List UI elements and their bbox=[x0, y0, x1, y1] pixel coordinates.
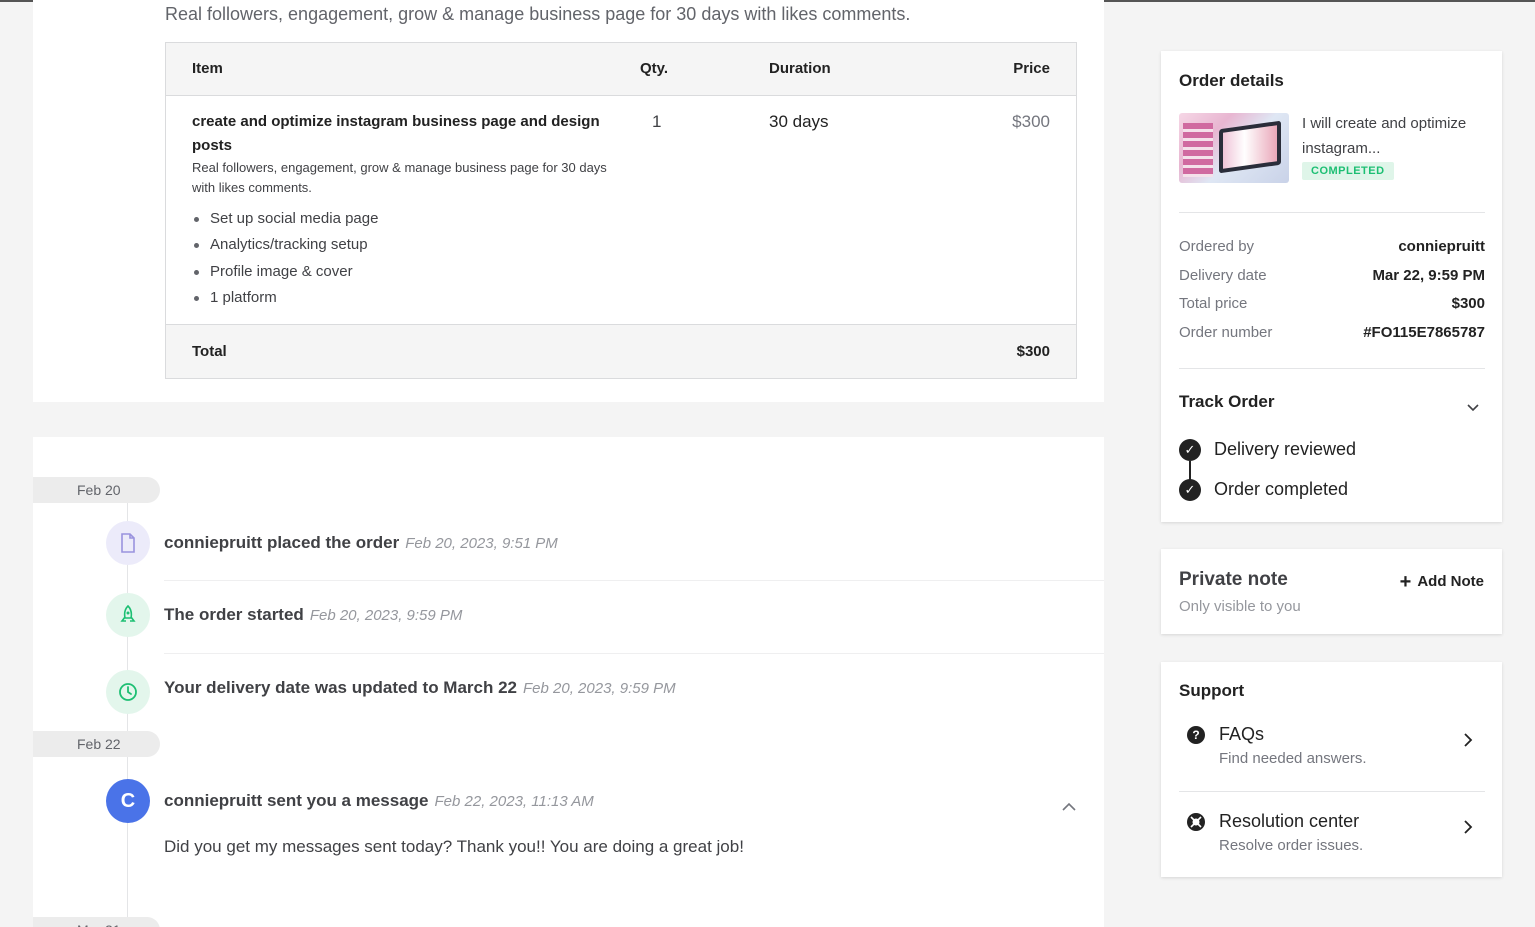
step-connector bbox=[1189, 461, 1191, 481]
list-item: Analytics/tracking setup bbox=[192, 232, 378, 258]
support-item-desc: Resolve order issues. bbox=[1219, 837, 1364, 854]
gig-thumbnail[interactable] bbox=[1179, 113, 1289, 183]
divider bbox=[1179, 791, 1485, 792]
rocket-icon bbox=[106, 593, 150, 637]
item-duration: 30 days bbox=[769, 112, 829, 131]
add-note-label: Add Note bbox=[1417, 573, 1484, 590]
divider bbox=[164, 653, 1104, 654]
message-body: Did you get my messages sent today? Than… bbox=[164, 837, 744, 856]
header-price: Price bbox=[1013, 60, 1050, 77]
status-badge: COMPLETED bbox=[1302, 162, 1394, 180]
faqs-link[interactable]: ? FAQs Find needed answers. bbox=[1179, 724, 1485, 786]
order-summary-card: Real followers, engagement, grow & manag… bbox=[33, 0, 1104, 402]
timeline-event: conniepruitt placed the order Feb 20, 202… bbox=[164, 533, 558, 553]
resolution-center-link[interactable]: Resolution center Resolve order issues. bbox=[1179, 811, 1485, 863]
item-price: $300 bbox=[1012, 112, 1050, 131]
chevron-right-icon bbox=[1463, 732, 1473, 753]
question-icon: ? bbox=[1187, 726, 1205, 744]
step-label: Order completed bbox=[1214, 479, 1349, 499]
check-icon: ✓ bbox=[1179, 439, 1201, 461]
total-row: Total $300 bbox=[166, 324, 1076, 378]
detail-row: Total price $300 bbox=[1179, 295, 1485, 312]
private-note-title: Private note bbox=[1179, 569, 1288, 590]
divider bbox=[1179, 368, 1485, 369]
step-label: Delivery reviewed bbox=[1214, 439, 1357, 459]
support-item-label: Resolution center bbox=[1219, 811, 1360, 831]
detail-row: Order number #FO115E7865787 bbox=[1179, 324, 1485, 341]
add-note-button[interactable]: + Add Note bbox=[1400, 571, 1484, 594]
divider bbox=[1179, 212, 1485, 213]
detail-value: Mar 22, 9:59 PM bbox=[1372, 267, 1485, 284]
item-description: Real followers, engagement, grow & manag… bbox=[192, 160, 607, 195]
track-order-toggle[interactable]: Track Order bbox=[1179, 392, 1274, 412]
order-table: Item Qty. Duration Price create and opti… bbox=[165, 42, 1077, 379]
activity-timeline: Feb 20 conniepruitt placed the order Feb … bbox=[33, 437, 1104, 927]
event-time: Feb 22, 2023, 11:13 AM bbox=[434, 793, 594, 810]
private-note-card: Private note Only visible to you + Add No… bbox=[1161, 549, 1502, 634]
chevron-down-icon[interactable] bbox=[1466, 399, 1480, 417]
order-details-card: Order details I will create and optimize… bbox=[1161, 51, 1502, 522]
order-details-title: Order details bbox=[1179, 71, 1284, 90]
timeline-event: The order started Feb 20, 2023, 9:59 PM bbox=[164, 605, 462, 625]
support-card: Support ? FAQs Find needed answers. Reso… bbox=[1161, 662, 1502, 877]
chevron-right-icon bbox=[1463, 819, 1473, 840]
event-text: conniepruitt sent you a message bbox=[164, 791, 429, 810]
event-time: Feb 20, 2023, 9:59 PM bbox=[523, 680, 676, 697]
total-value: $300 bbox=[1016, 343, 1050, 360]
clock-icon bbox=[106, 670, 150, 714]
feature-list: Set up social media page Analytics/track… bbox=[192, 206, 378, 311]
detail-value: conniepruitt bbox=[1398, 238, 1485, 255]
event-text: Your delivery date was updated to March … bbox=[164, 678, 518, 697]
list-item: Set up social media page bbox=[192, 206, 378, 232]
date-divider: Feb 22 bbox=[33, 731, 160, 757]
item-qty: 1 bbox=[652, 112, 662, 131]
item-title: create and optimize instagram business p… bbox=[192, 113, 600, 154]
check-icon: ✓ bbox=[1179, 479, 1201, 501]
avatar[interactable]: C bbox=[106, 779, 150, 823]
lifebuoy-icon bbox=[1187, 813, 1205, 831]
event-text: conniepruitt placed the order bbox=[164, 533, 400, 552]
timeline-event: conniepruitt sent you a message Feb 22, 2… bbox=[164, 791, 594, 811]
detail-label: Order number bbox=[1179, 324, 1273, 341]
plus-icon: + bbox=[1399, 571, 1412, 593]
support-title: Support bbox=[1179, 681, 1245, 700]
detail-value: $300 bbox=[1451, 295, 1485, 312]
detail-label: Total price bbox=[1179, 295, 1248, 312]
list-item: Profile image & cover bbox=[192, 259, 378, 285]
date-divider: Mar 21 bbox=[33, 917, 160, 927]
gig-subtitle: Real followers, engagement, grow & manag… bbox=[165, 4, 911, 24]
detail-row: Ordered by conniepruitt bbox=[1179, 238, 1485, 255]
event-time: Feb 20, 2023, 9:59 PM bbox=[309, 607, 463, 624]
total-label: Total bbox=[192, 343, 227, 360]
timeline-event: Your delivery date was updated to March … bbox=[164, 678, 676, 698]
support-item-desc: Find needed answers. bbox=[1219, 750, 1367, 767]
detail-label: Ordered by bbox=[1179, 238, 1255, 255]
support-item-label: FAQs bbox=[1219, 724, 1265, 744]
table-header: Item Qty. Duration Price bbox=[166, 43, 1076, 96]
divider bbox=[164, 580, 1104, 581]
detail-row: Delivery date Mar 22, 9:59 PM bbox=[1179, 267, 1485, 284]
detail-value: #FO115E7865787 bbox=[1363, 324, 1485, 341]
header-qty: Qty. bbox=[640, 60, 669, 77]
detail-label: Delivery date bbox=[1179, 267, 1267, 284]
chevron-up-icon[interactable] bbox=[1061, 799, 1077, 817]
document-icon bbox=[106, 521, 150, 565]
list-item: 1 platform bbox=[192, 285, 378, 311]
gig-title-link[interactable]: I will create and optimize instagram... bbox=[1302, 111, 1472, 161]
header-item: Item bbox=[192, 60, 223, 77]
event-time: Feb 20, 2023, 9:51 PM bbox=[405, 535, 558, 552]
header-duration: Duration bbox=[769, 60, 831, 77]
date-divider: Feb 20 bbox=[33, 477, 160, 503]
event-text: The order started bbox=[164, 605, 304, 624]
private-note-subtitle: Only visible to you bbox=[1179, 598, 1301, 615]
